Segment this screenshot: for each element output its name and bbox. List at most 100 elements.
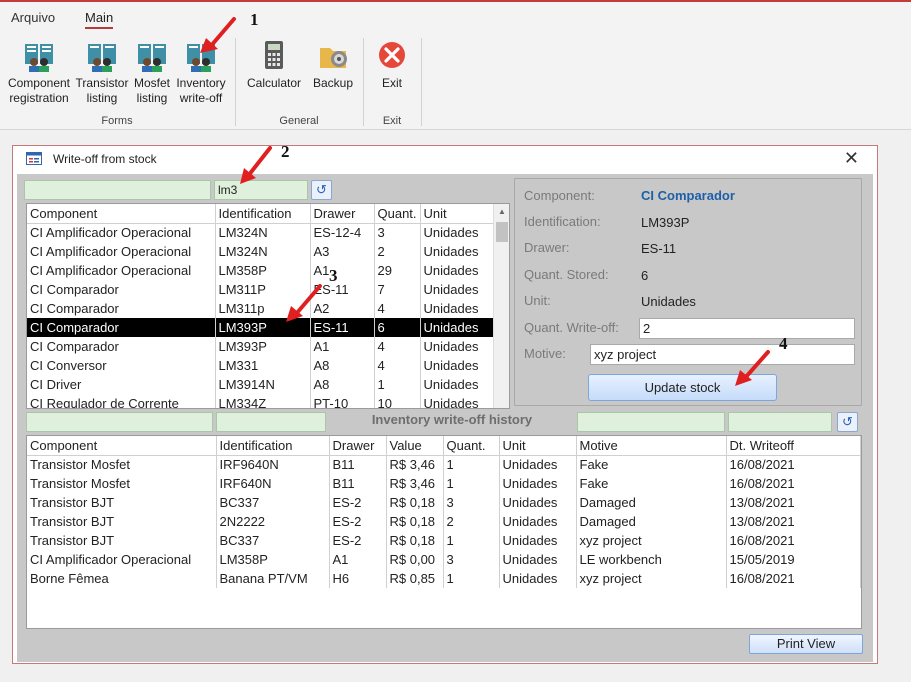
column-header[interactable]: Drawer [329, 436, 387, 456]
column-header[interactable]: Unit [499, 436, 577, 456]
column-header[interactable]: Motive [576, 436, 727, 456]
table-cell: 1 [443, 455, 500, 474]
table-cell: CI Comparador [27, 280, 216, 299]
table-row[interactable]: CI Regulador de Corrente LM334Z PT-10 10 Uni… [27, 394, 497, 408]
table-row[interactable]: CI Comparador LM393P ES-11 6 Unidades [27, 318, 497, 337]
close-icon[interactable]: ✕ [844, 148, 859, 169]
scroll-up-icon[interactable]: ▲ [498, 207, 506, 216]
table-cell: Damaged [576, 512, 727, 531]
label: Backup [312, 76, 354, 90]
table-cell: A3 [310, 242, 375, 261]
table-row[interactable]: Transistor Mosfet IRF9640N B11 R$ 3,46 1 Unid… [27, 455, 861, 474]
history-filter-date-input[interactable] [728, 412, 832, 432]
table-cell: CI Comparador [27, 318, 216, 337]
exit-button[interactable]: Exit [370, 40, 414, 91]
annotation-arrow-icon [735, 350, 770, 386]
table-row[interactable]: CI Comparador LM393P A1 4 Unidades [27, 337, 497, 356]
column-header[interactable]: Component [27, 204, 216, 224]
transistor-listing-button[interactable]: Transistor listing [74, 40, 130, 106]
tab-arquivo[interactable]: Arquivo [11, 10, 55, 25]
column-header[interactable]: Drawer [310, 204, 375, 224]
table-cell: 1 [443, 569, 500, 588]
column-header[interactable]: Value [386, 436, 444, 456]
table-row[interactable]: Transistor BJT BC337 ES-2 R$ 0,18 3 Unidades D… [27, 493, 861, 512]
filter-component-input[interactable] [24, 180, 211, 200]
group-label-exit: Exit [382, 115, 402, 127]
table-row[interactable]: CI Conversor LM331 A8 4 Unidades [27, 356, 497, 375]
table-row[interactable]: Transistor Mosfet IRF640N B11 R$ 3,46 1 Unida… [27, 474, 861, 493]
history-filter-identification-input[interactable] [216, 412, 326, 432]
column-header[interactable]: Identification [216, 436, 330, 456]
table-cell: CI Amplificador Operacional [27, 242, 216, 261]
table-cell: 4 [374, 337, 421, 356]
table-row[interactable]: CI Amplificador Operacional LM358P A1 29 Uni… [27, 261, 497, 280]
table-cell: 15/05/2019 [726, 550, 861, 569]
identification-label: Identification: [524, 214, 601, 229]
table-header: Component Identification Drawer Quant. Unit [27, 204, 497, 224]
refresh-icon[interactable]: ↺ [837, 412, 858, 432]
component-registration-button[interactable]: Component registration [6, 40, 72, 106]
component-table: Component Identification Drawer Quant. Unit … [26, 203, 510, 409]
group-label-general: General [279, 115, 319, 127]
table-cell: LM324N [215, 242, 311, 261]
dialog-title: Write-off from stock [53, 152, 157, 166]
history-grid: Component Identification Drawer Value Quant.… [27, 436, 861, 588]
table-row[interactable]: CI Amplificador Operacional LM324N A3 2 Unid… [27, 242, 497, 261]
backup-button[interactable]: Backup [308, 40, 358, 91]
table-row[interactable]: Transistor BJT BC337 ES-2 R$ 0,18 1 Unidades x… [27, 531, 861, 550]
motive-input[interactable]: xyz project [590, 344, 855, 365]
table-cell: ES-2 [329, 512, 387, 531]
column-header[interactable]: Component [27, 436, 217, 456]
table-cell: 13/08/2021 [726, 512, 861, 531]
table-cell: A1 [329, 550, 387, 569]
table-cell: R$ 0,18 [386, 531, 444, 550]
table-cell: 13/08/2021 [726, 493, 861, 512]
print-view-button[interactable]: Print View [749, 634, 863, 654]
table-cell: xyz project [576, 531, 727, 550]
table-cell: 1 [443, 531, 500, 550]
column-header[interactable]: Quant. [443, 436, 500, 456]
detail-panel: Component: CI Comparador Identification:… [514, 178, 862, 406]
table-row[interactable]: Borne Fêmea Banana PT/VM H6 R$ 0,85 1 Unidade… [27, 569, 861, 588]
table-row[interactable]: CI Comparador LM311p A2 4 Unidades [27, 299, 497, 318]
table-cell: ES-2 [329, 493, 387, 512]
tab-main[interactable]: Main [85, 10, 114, 29]
table-cell: LM334Z [215, 394, 311, 408]
history-filter-component-input[interactable] [26, 412, 213, 432]
vertical-scrollbar[interactable]: ▲ [493, 204, 509, 408]
calculator-button[interactable]: Calculator [243, 40, 305, 91]
table-row[interactable]: Transistor BJT 2N2222 ES-2 R$ 0,18 2 Unidades… [27, 512, 861, 531]
motive-label: Motive: [524, 346, 566, 361]
mosfet-listing-button[interactable]: Mosfet listing [129, 40, 175, 106]
table-cell: 16/08/2021 [726, 455, 861, 474]
refresh-icon[interactable]: ↺ [311, 180, 332, 200]
unit-label: Unit: [524, 293, 551, 308]
history-table: Component Identification Drawer Value Quant.… [26, 435, 862, 629]
table-cell: ES-12-4 [310, 223, 375, 242]
scroll-thumb[interactable] [496, 222, 508, 242]
quant-writeoff-input[interactable]: 2 [639, 318, 855, 339]
table-row[interactable]: CI Amplificador Operacional LM324N ES-12-4… [27, 223, 497, 242]
column-header[interactable]: Quant. [374, 204, 421, 224]
table-row[interactable]: CI Amplificador Operacional LM358P A1 R$ 0,… [27, 550, 861, 569]
table-cell: IRF640N [216, 474, 330, 493]
column-header[interactable]: Identification [215, 204, 311, 224]
table-cell: Unidades [499, 531, 577, 550]
table-cell: Unidades [420, 394, 497, 408]
table-cell: BC337 [216, 531, 330, 550]
table-row[interactable]: CI Driver LM3914N A8 1 Unidades [27, 375, 497, 394]
table-cell: Unidades [420, 223, 497, 242]
table-cell: 3 [443, 550, 500, 569]
label: listing [86, 91, 118, 105]
history-filter-motive-input[interactable] [577, 412, 725, 432]
table-cell: CI Conversor [27, 356, 216, 375]
table-cell: Transistor Mosfet [27, 455, 217, 474]
column-header[interactable]: Unit [420, 204, 497, 224]
table-cell: Unidades [499, 512, 577, 531]
table-cell: Transistor BJT [27, 531, 217, 550]
drawer-label: Drawer: [524, 240, 570, 255]
column-header[interactable]: Dt. Writeoff [726, 436, 861, 456]
table-row[interactable]: CI Comparador LM311P ES-11 7 Unidades [27, 280, 497, 299]
table-cell: Damaged [576, 493, 727, 512]
table-cell: R$ 0,00 [386, 550, 444, 569]
